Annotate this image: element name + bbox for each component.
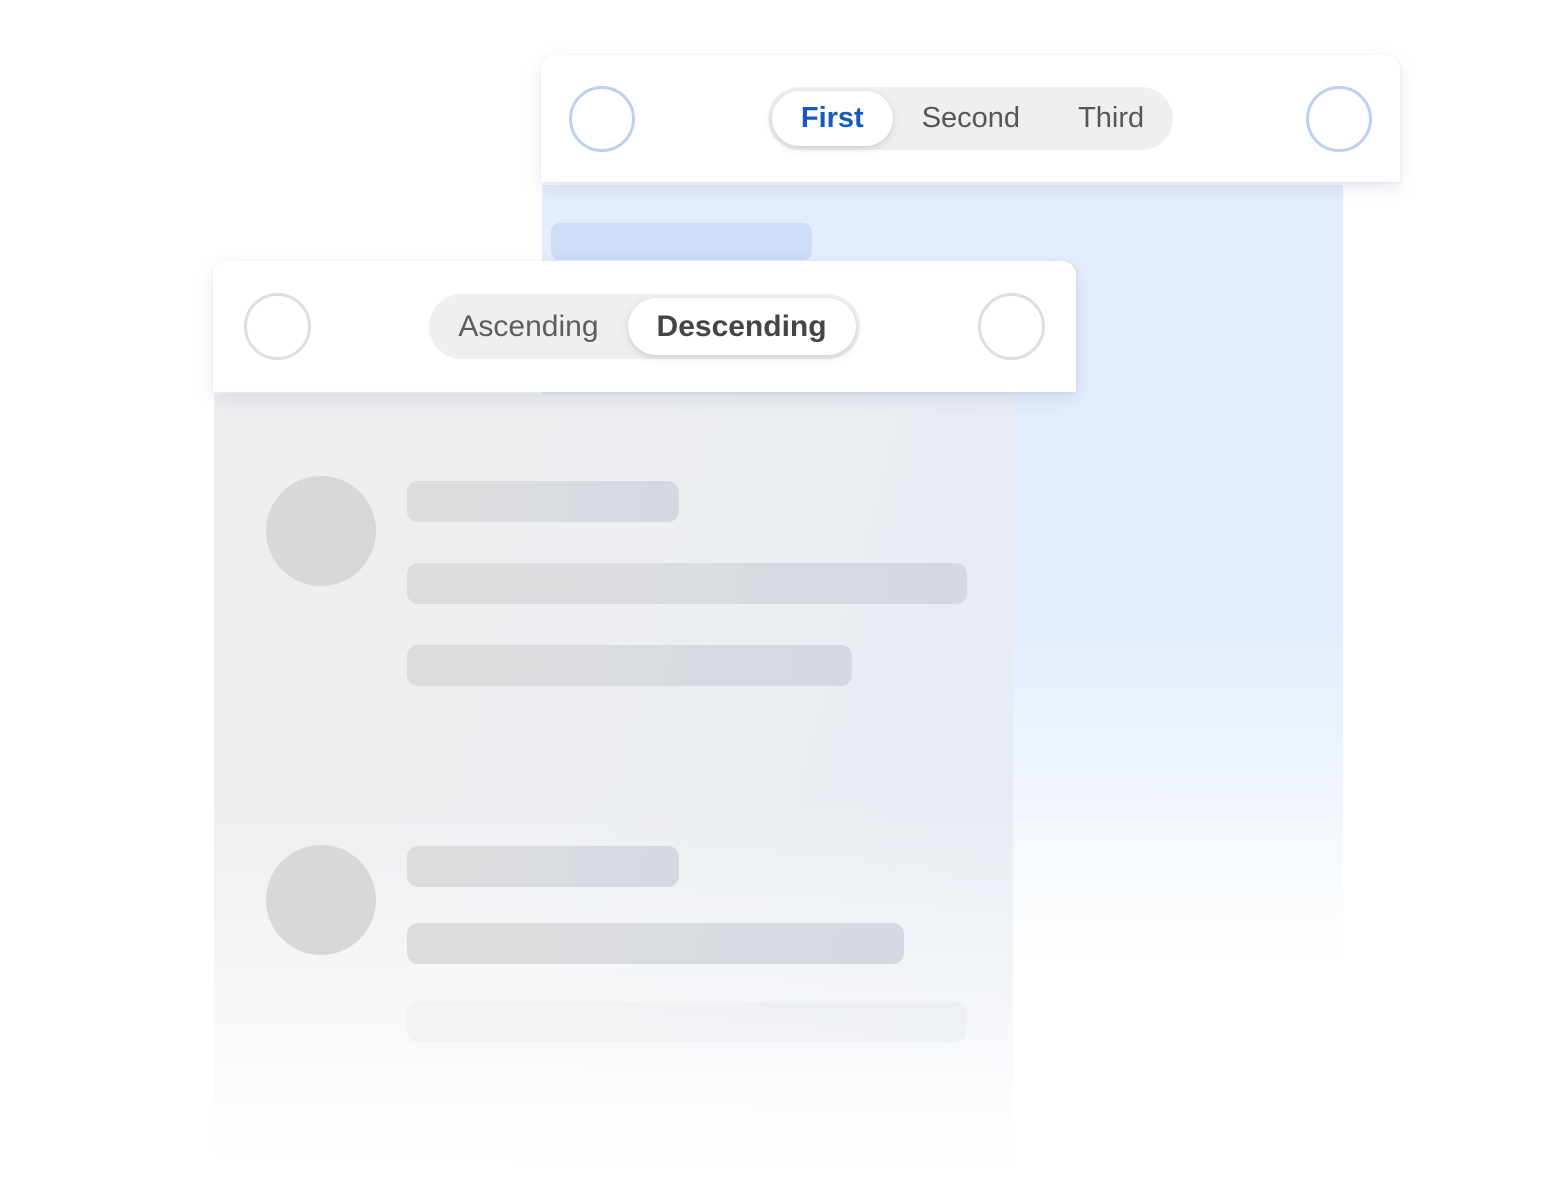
skeleton-bar	[407, 1001, 967, 1042]
skeleton-bar	[551, 223, 812, 260]
tab-selector-card-header: First Second Third	[541, 55, 1400, 182]
tab-segment-second[interactable]: Second	[893, 87, 1049, 150]
circle-outline-icon[interactable]	[569, 85, 635, 152]
skeleton-avatar	[266, 476, 376, 586]
sort-order-card-header: Ascending Descending	[213, 261, 1076, 392]
skeleton-bar	[407, 481, 679, 522]
circle-outline-icon[interactable]	[978, 293, 1045, 360]
skeleton-bar	[407, 645, 852, 686]
skeleton-bar	[407, 846, 679, 887]
circle-outline-icon[interactable]	[244, 293, 311, 360]
tab-segmented-control: First Second Third	[767, 87, 1174, 150]
skeleton-bar	[407, 923, 904, 964]
sort-segment-descending[interactable]: Descending	[627, 298, 856, 355]
tab-segment-first[interactable]: First	[771, 91, 893, 146]
sort-order-segmented-control: Ascending Descending	[429, 294, 860, 359]
circle-outline-icon[interactable]	[1306, 85, 1372, 152]
skeleton-bar	[407, 563, 967, 604]
skeleton-avatar	[266, 845, 376, 955]
sort-segment-ascending[interactable]: Ascending	[429, 294, 627, 359]
tab-segment-third[interactable]: Third	[1049, 87, 1173, 150]
sort-order-card-body	[214, 394, 1013, 1194]
